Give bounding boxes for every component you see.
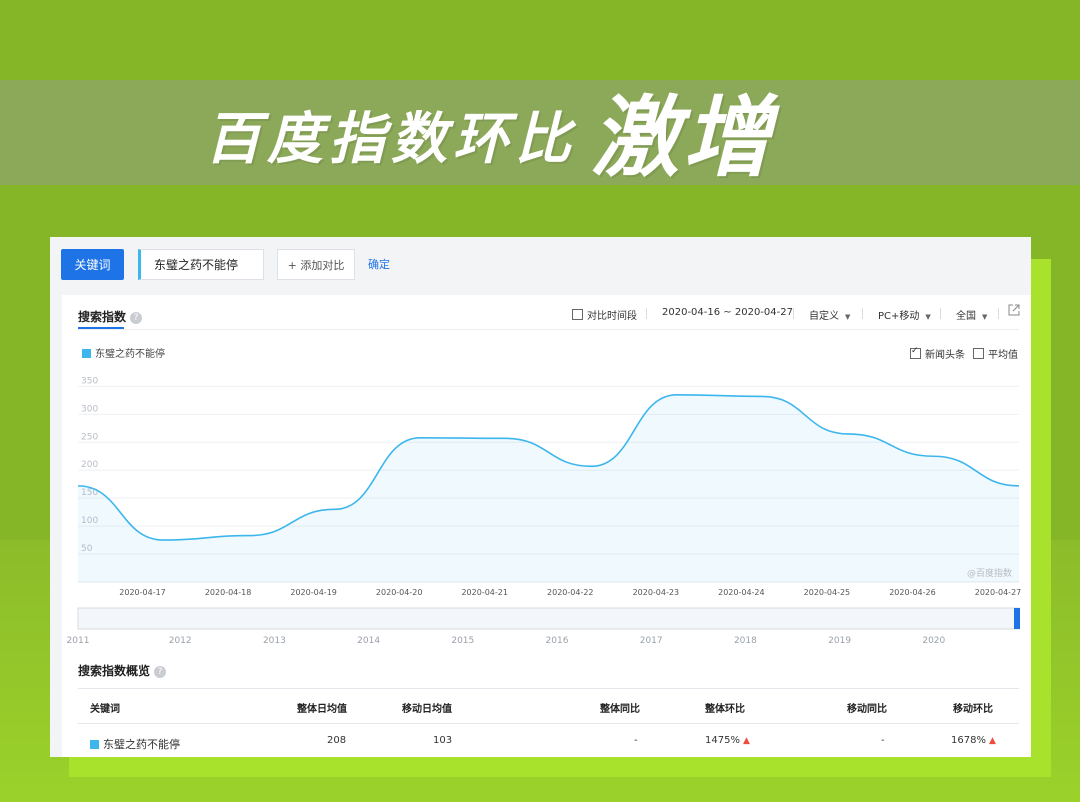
y-tick-label: 350 <box>81 376 98 386</box>
y-tick-label: 250 <box>81 432 98 442</box>
column-header: 整体环比 <box>705 704 745 715</box>
x-tick-label: 2020-04-21 <box>461 588 508 597</box>
column-header: 整体日均值 <box>297 704 347 715</box>
keyword-cell: 东璧之药不能停 <box>90 736 180 752</box>
search-index-chart[interactable]: 50100150200250300350 2020-04-17 2020-04-1… <box>62 295 1031 655</box>
x-tick-label: 2020-04-18 <box>205 588 252 597</box>
add-compare-button[interactable]: + 添加对比 <box>277 249 355 280</box>
banner-heading: 百度指数环比 激增 <box>205 86 775 189</box>
mobile-mom-cell: 1678% ▲ <box>951 735 996 746</box>
x-tick-label: 2020-04-25 <box>804 588 851 597</box>
timeline-year-label: 2011 <box>67 636 90 646</box>
x-tick-label: 2020-04-24 <box>718 588 765 597</box>
series-area <box>78 394 1019 582</box>
mobile-yoy-cell: - <box>881 735 885 746</box>
banner-highlight: 激增 <box>591 85 776 189</box>
confirm-link[interactable]: 确定 <box>368 256 390 272</box>
x-tick-label: 2020-04-22 <box>547 588 594 597</box>
table-header: 关键词 整体日均值 移动日均值 整体同比 整体环比 移动同比 移动环比 <box>78 688 1019 724</box>
timeline-year-label: 2014 <box>357 636 380 646</box>
x-tick-label: 2020-04-23 <box>633 588 680 597</box>
mobile-mom-value: 1678% <box>951 735 986 746</box>
x-tick-label: 2020-04-27 <box>975 588 1022 597</box>
overall-mom-value: 1475% <box>705 735 740 746</box>
column-header: 移动日均值 <box>402 704 452 715</box>
timeline-year-label: 2017 <box>640 636 663 646</box>
watermark: @百度指数 <box>967 569 1013 579</box>
overall-avg-cell: 208 <box>327 735 347 746</box>
timeline-year-label: 2013 <box>263 636 286 646</box>
overview-title: 搜索指数概览? <box>78 662 167 679</box>
timeline-year-label: 2018 <box>734 636 757 646</box>
keyword-cell-text: 东璧之药不能停 <box>103 738 180 751</box>
legend-swatch <box>90 740 99 749</box>
banner-title: 百度指数环比 <box>205 106 577 172</box>
timeline-year-label: 2012 <box>169 636 192 646</box>
overall-yoy-cell: - <box>634 735 638 746</box>
y-tick-label: 300 <box>81 404 98 414</box>
x-tick-label: 2020-04-19 <box>290 588 337 597</box>
x-tick-label: 2020-04-26 <box>889 588 936 597</box>
search-index-panel: 搜索指数? 对比时间段 2020-04-16 ~ 2020-04-27 自定义 ▼… <box>62 295 1031 757</box>
column-header: 移动环比 <box>953 704 993 715</box>
timeline-year-label: 2015 <box>451 636 474 646</box>
arrow-up-icon: ▲ <box>742 736 750 746</box>
table-row: 东璧之药不能停 208 103 - 1475% ▲ - 1678% ▲ <box>78 724 1019 757</box>
overall-mom-cell: 1475% ▲ <box>705 735 750 746</box>
y-tick-label: 200 <box>81 460 98 470</box>
column-header: 关键词 <box>90 704 120 715</box>
keyword-input[interactable]: 东璧之药不能停 <box>138 249 264 280</box>
mobile-avg-cell: 103 <box>433 735 453 746</box>
overview-table: 关键词 整体日均值 移动日均值 整体同比 整体环比 移动同比 移动环比 东璧之药… <box>78 688 1019 757</box>
x-tick-label: 2020-04-20 <box>376 588 423 597</box>
column-header: 移动同比 <box>847 704 887 715</box>
timeline-track <box>77 607 1020 630</box>
timeline-year-label: 2016 <box>546 636 569 646</box>
timeline-handle <box>1014 608 1020 629</box>
search-toolbar: 关键词 东璧之药不能停 + 添加对比 确定 <box>50 237 1031 293</box>
baidu-index-screenshot: 关键词 东璧之药不能停 + 添加对比 确定 搜索指数? 对比时间段 2020-0… <box>50 237 1031 757</box>
arrow-up-icon: ▲ <box>988 736 996 746</box>
column-header: 整体同比 <box>600 704 640 715</box>
overview-title-label: 搜索指数概览 <box>78 664 151 678</box>
keyword-button[interactable]: 关键词 <box>61 249 124 280</box>
x-tick-label: 2020-04-17 <box>119 588 166 597</box>
timeline-year-label: 2019 <box>828 636 851 646</box>
timeline-year-label: 2020 <box>922 636 945 646</box>
help-icon[interactable]: ? <box>154 665 167 678</box>
